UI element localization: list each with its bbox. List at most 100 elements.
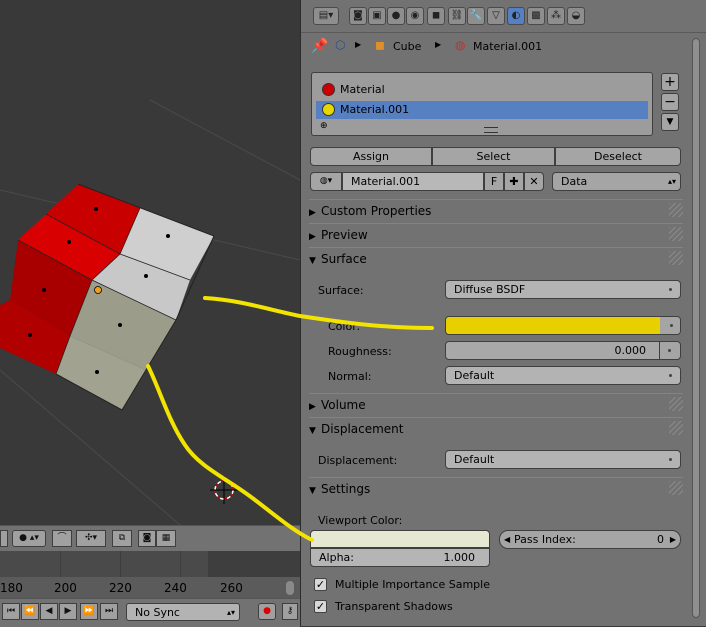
face-dot: [95, 370, 99, 374]
checkmark-icon: ✓: [315, 600, 326, 613]
keying-icon[interactable]: ⚷: [282, 603, 298, 620]
jump-end-icon[interactable]: ⏭: [100, 603, 118, 620]
normal-dropdown[interactable]: Default: [445, 366, 681, 385]
constraints-tab-icon[interactable]: ⛓: [448, 7, 466, 25]
data-tab-icon[interactable]: ▽: [487, 7, 505, 25]
color-swatch[interactable]: [446, 317, 660, 334]
mis-checkbox[interactable]: ✓: [314, 578, 327, 591]
increment-arrow-icon[interactable]: ▶: [670, 531, 676, 548]
timeline-gridline: [60, 551, 61, 577]
render-layers-tab-icon[interactable]: ▣: [368, 7, 386, 25]
socket-dot-icon: [669, 458, 672, 461]
drag-grip-icon[interactable]: [669, 481, 683, 495]
remove-slot-button[interactable]: −: [661, 93, 679, 111]
transparent-shadows-checkbox[interactable]: ✓: [314, 600, 327, 613]
surface-shader-dropdown[interactable]: Diffuse BSDF: [445, 280, 681, 299]
volume-panel[interactable]: ▶ Volume: [309, 393, 683, 416]
slot-specials-dropdown[interactable]: ▼: [661, 113, 679, 131]
settings-panel[interactable]: ▼ Settings: [309, 477, 683, 500]
roughness-socket[interactable]: [659, 341, 681, 360]
alpha-label: Alpha:: [319, 551, 354, 564]
render-tab-icon[interactable]: ◙: [349, 7, 367, 25]
surface-panel[interactable]: ▼ Surface: [309, 247, 683, 270]
material-name-field[interactable]: Material.001: [342, 172, 484, 191]
camera-icon[interactable]: ◙: [138, 530, 156, 547]
pass-index-field[interactable]: ◀ Pass Index: 0 ▶: [499, 530, 681, 549]
jump-keyframe-back-icon[interactable]: ⏪: [21, 603, 39, 620]
texture-tab-icon[interactable]: ▩: [527, 7, 545, 25]
drag-grip-icon[interactable]: [669, 203, 683, 217]
face-dot: [166, 234, 170, 238]
transparent-shadows-label: Transparent Shadows: [335, 600, 453, 613]
add-small-icon[interactable]: ⊕: [320, 121, 328, 131]
object-tab-icon[interactable]: ◼: [427, 7, 445, 25]
jump-keyframe-forward-icon[interactable]: ⏩: [80, 603, 98, 620]
play-icon[interactable]: ▶: [59, 603, 77, 620]
roughness-slider[interactable]: 0.000: [445, 341, 661, 360]
pivot-icon[interactable]: ✣▾: [76, 530, 106, 547]
displacement-panel[interactable]: ▼ Displacement: [309, 417, 683, 440]
timeline-scroll-handle[interactable]: [286, 581, 294, 595]
timeline-ruler[interactable]: [0, 577, 300, 598]
face-dot: [144, 274, 148, 278]
editor-type-icon[interactable]: ▤▾: [313, 7, 339, 25]
surface-shader-value: Diffuse BSDF: [454, 283, 526, 296]
clapper-icon[interactable]: ▦: [156, 530, 176, 547]
sync-mode-dropdown[interactable]: No Sync ▴▾: [126, 603, 240, 621]
render-region-icon[interactable]: ⧉: [112, 530, 132, 547]
custom-properties-panel[interactable]: ▶ Custom Properties: [309, 199, 683, 222]
select-button[interactable]: Select: [432, 147, 555, 166]
color-field[interactable]: [445, 316, 681, 335]
jump-start-icon[interactable]: ⏮: [2, 603, 20, 620]
new-material-icon[interactable]: ✚: [504, 172, 524, 191]
link-dropdown[interactable]: Data ▴▾: [552, 172, 681, 191]
grid-line: [0, 369, 181, 525]
play-reverse-icon[interactable]: ◀: [40, 603, 58, 620]
deselect-button[interactable]: Deselect: [555, 147, 681, 166]
viewport-color-swatch[interactable]: [310, 530, 490, 548]
3d-cursor-icon[interactable]: [210, 476, 238, 504]
physics-tab-icon[interactable]: ◒: [567, 7, 585, 25]
face-dot: [94, 207, 98, 211]
material-slot[interactable]: Material: [316, 81, 648, 99]
timeline[interactable]: 180 200 220 240 260: [0, 551, 300, 598]
section-title: Displacement: [321, 422, 404, 436]
assign-button[interactable]: Assign: [310, 147, 432, 166]
decrement-arrow-icon[interactable]: ◀: [504, 531, 510, 548]
drag-grip-icon[interactable]: [669, 421, 683, 435]
drag-grip-icon[interactable]: [669, 227, 683, 241]
alpha-slider[interactable]: Alpha: 1.000: [310, 548, 490, 567]
drag-grip-icon[interactable]: [669, 397, 683, 411]
pin-icon[interactable]: 📌: [311, 38, 328, 54]
material-name-value: Material.001: [351, 175, 421, 188]
modifiers-tab-icon[interactable]: 🔧: [467, 7, 485, 25]
unlink-icon[interactable]: ✕: [524, 172, 544, 191]
resize-handle[interactable]: [484, 127, 498, 133]
particles-tab-icon[interactable]: ⁂: [547, 7, 565, 25]
timeline-tick: 200: [54, 581, 77, 595]
collapse-arrow-icon: ▼: [309, 486, 316, 496]
section-title: Custom Properties: [321, 204, 432, 218]
expand-arrow-icon: ▶: [309, 208, 316, 218]
drag-grip-icon[interactable]: [669, 251, 683, 265]
displacement-dropdown[interactable]: Default: [445, 450, 681, 469]
timeline-tick: 180: [0, 581, 23, 595]
world-tab-icon[interactable]: ◉: [406, 7, 424, 25]
timeline-tick: 220: [109, 581, 132, 595]
viewport-shading-dropdown[interactable]: ● ▴▾: [12, 530, 46, 547]
socket-dot-icon: [669, 374, 672, 377]
browse-material-icon[interactable]: ◍▾: [310, 172, 342, 191]
material-tab-icon[interactable]: ◐: [507, 7, 525, 25]
material-slot[interactable]: Material.001: [316, 101, 648, 119]
add-slot-button[interactable]: +: [661, 73, 679, 91]
3d-viewport[interactable]: [0, 0, 300, 525]
fake-user-button[interactable]: F: [484, 172, 504, 191]
preview-panel[interactable]: ▶ Preview: [309, 223, 683, 246]
snap-icon[interactable]: ⌒: [52, 530, 72, 547]
record-icon[interactable]: ●: [258, 603, 276, 620]
color-socket[interactable]: [660, 317, 680, 334]
header-button[interactable]: [0, 530, 8, 547]
scene-tab-icon[interactable]: ●: [387, 7, 405, 25]
properties-scrollbar[interactable]: [692, 38, 700, 618]
grid-line: [149, 99, 300, 181]
